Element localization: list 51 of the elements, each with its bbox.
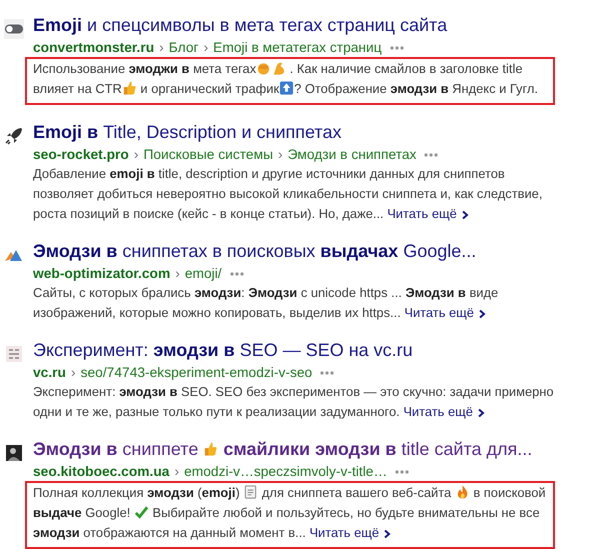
breadcrumb-link[interactable]: emoji/ xyxy=(184,265,222,283)
breadcrumb-link[interactable]: Эмодзи в сниппетах xyxy=(288,146,416,164)
breadcrumb-separator: › xyxy=(134,146,138,164)
result-title[interactable]: Эксперимент: эмодзи в SEO — SEO на vc.ru xyxy=(33,340,413,360)
breadcrumb-separator: › xyxy=(175,265,180,283)
domain-link[interactable]: convertmonster.ru xyxy=(33,39,154,57)
check-mark-emoji-icon xyxy=(134,504,149,520)
thumbs-up-emoji-icon xyxy=(122,80,137,96)
up-arrow-emoji-icon xyxy=(279,80,294,96)
result-snippet: Использование эмоджи в мета тегах . Как наличие смайлов в заголовке title влияет на CTR и органический трафик ? Отображение эмодзи в Яндекс и Гугл. xyxy=(25,57,555,105)
more-options-icon[interactable] xyxy=(228,271,245,277)
result-title[interactable]: Emoji в Title, Description и сниппетах xyxy=(33,122,342,142)
domain-link[interactable]: vc.ru xyxy=(33,364,66,382)
toggle-icon xyxy=(4,18,24,39)
dark-square-logo-icon xyxy=(4,442,24,463)
breadcrumb-link[interactable]: Блог xyxy=(168,39,199,57)
result-snippet: Полная коллекция эмодзи (emoji) для сниппета вашего веб-сайта в поисковой выдаче Google! Выбирайте любой и пользуйтесь, но будьте внимательны не все эмодзи отображаются на данный момент в... Читать ещё xyxy=(25,481,555,549)
more-options-icon[interactable] xyxy=(388,45,405,51)
breadcrumb-link[interactable]: emodzi-v…speczsimvoly-v-title… xyxy=(184,463,388,481)
more-options-icon[interactable] xyxy=(423,152,440,158)
breadcrumb-separator: › xyxy=(174,463,180,481)
rocket-icon xyxy=(4,126,24,146)
chevron-icon xyxy=(460,210,470,220)
breadcrumb-separator: › xyxy=(278,146,283,164)
more-options-icon[interactable] xyxy=(319,370,336,376)
breadcrumb-link[interactable]: Emoji в метатегах страниц xyxy=(213,39,382,57)
breadcrumb-link[interactable]: Поисковые системы xyxy=(143,146,274,164)
breadcrumb-link[interactable]: seo/74743-eksperiment-emodzi-v-seo xyxy=(80,364,312,382)
read-more-link[interactable]: Читать ещё xyxy=(309,525,392,540)
domain-link[interactable]: seo.kitoboec.com.ua xyxy=(33,463,170,481)
read-more-link[interactable]: Читать ещё xyxy=(404,305,487,320)
chevron-icon xyxy=(478,308,487,319)
result-snippet: Добавление emoji в title, description и другие источники данных для сниппетов позволяет добиться невероятно высокой кликабельности сниппета и, как следствие, роста позиций в поиске (кейс - в конце статьи). Но, даже... Читать ещё xyxy=(33,165,544,223)
result-title[interactable]: Эмодзи в сниппете смайлики эмодзи в title сайта для... xyxy=(33,439,532,459)
result-title[interactable]: Эмодзи в сниппетах в поисковых выдачах Google... xyxy=(33,241,476,261)
result-snippet: Сайты, с которых брались эмодзи: Эмодзи с unicode https ... Эмодзи в виде изображений, которые можно копировать, выделив их https... Читать ещё xyxy=(33,284,500,322)
domain-link[interactable]: web-optimizator.com xyxy=(33,265,170,283)
square-logo-icon xyxy=(4,344,24,364)
thumbs-up-emoji-icon xyxy=(203,441,218,457)
breadcrumb-separator: › xyxy=(204,39,208,57)
read-more-link[interactable]: Читать ещё xyxy=(403,404,486,419)
chevron-icon xyxy=(476,408,486,418)
more-options-icon[interactable] xyxy=(394,469,410,475)
chevron-icon xyxy=(383,528,392,539)
result-title[interactable]: Emoji и спецсимволы в мета тегах страниц сайта xyxy=(33,15,448,35)
read-more-link[interactable]: Читать ещё xyxy=(387,206,470,221)
clipboard-emoji-icon xyxy=(243,484,258,500)
breadcrumb-separator: › xyxy=(70,364,76,382)
result-snippet: Эксперимент: эмодзи в SEO. SEO без экспериментов — это скучно: задачи примерно одни и те же, разные только пути к реализации задуманного. Читать ещё xyxy=(33,383,555,421)
breadcrumb-separator: › xyxy=(159,39,164,57)
domain-link[interactable]: seo-rocket.pro xyxy=(33,146,129,164)
